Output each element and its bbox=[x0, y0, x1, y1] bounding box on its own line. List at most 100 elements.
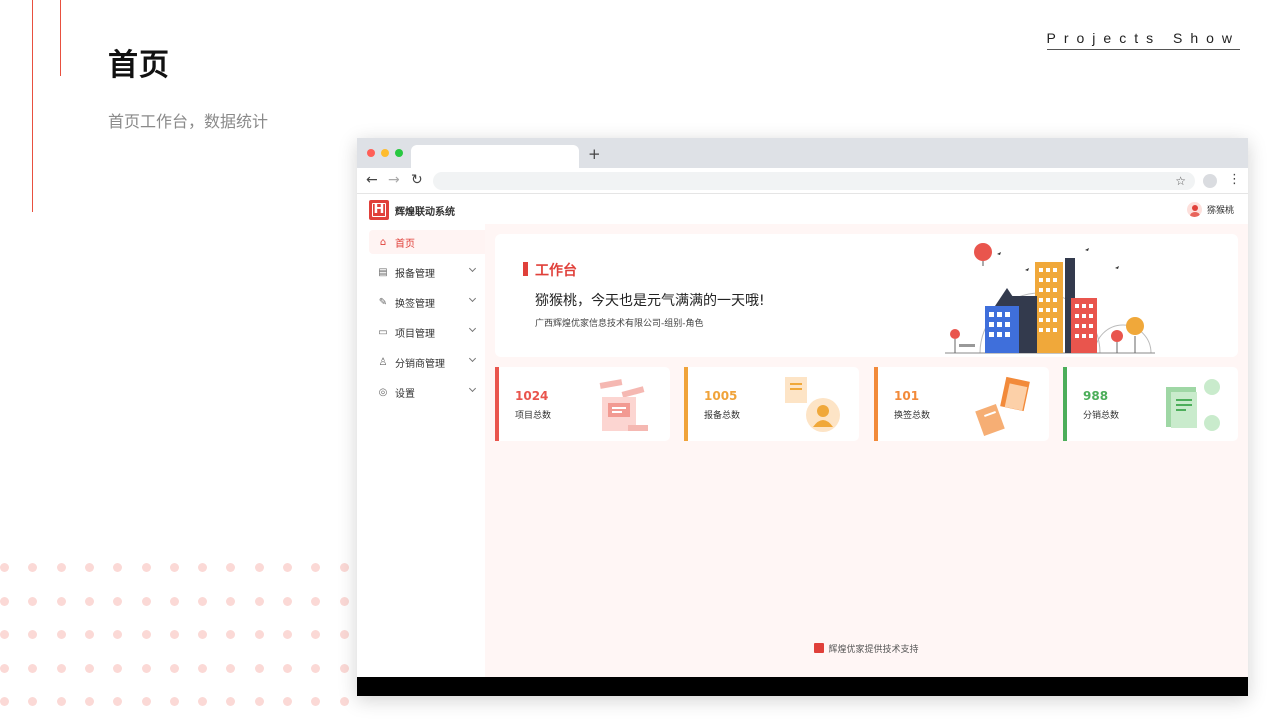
person-icon: ♙ bbox=[378, 356, 388, 368]
sidebar-item-label: 设置 bbox=[395, 388, 415, 400]
forward-arrow-icon[interactable]: → bbox=[388, 172, 400, 188]
decor-dot bbox=[283, 563, 292, 572]
stat-accent-bar bbox=[1063, 367, 1067, 441]
sidebar-item-reports[interactable]: ▤ 报备管理 bbox=[369, 260, 485, 284]
decor-dot bbox=[113, 630, 123, 639]
chevron-down-icon[interactable] bbox=[468, 264, 477, 273]
decor-dot bbox=[339, 596, 349, 606]
sidebar-item-label: 换签管理 bbox=[395, 298, 435, 310]
user-menu[interactable]: 猕猴桃 bbox=[1186, 202, 1234, 217]
stat-accent-bar bbox=[495, 367, 499, 441]
decor-dot bbox=[169, 697, 179, 706]
sidebar-item-label: 首页 bbox=[395, 238, 415, 250]
decor-dot bbox=[226, 596, 236, 606]
decor-dot bbox=[28, 596, 38, 606]
decor-dot bbox=[56, 697, 66, 706]
decor-dot bbox=[84, 697, 94, 706]
decor-dot bbox=[311, 697, 321, 706]
browser-tab-bar: + bbox=[357, 138, 1248, 168]
decor-dot bbox=[226, 663, 236, 673]
minimize-window-button[interactable] bbox=[381, 149, 389, 157]
close-window-button[interactable] bbox=[367, 149, 375, 157]
sidebar-item-label: 分销商管理 bbox=[395, 358, 445, 370]
browser-menu-icon[interactable]: ⋮ bbox=[1228, 172, 1241, 188]
decor-dot bbox=[28, 663, 38, 673]
decor-dot bbox=[283, 663, 292, 673]
decor-dot bbox=[198, 563, 208, 572]
chevron-down-icon[interactable] bbox=[468, 354, 477, 363]
decor-dot bbox=[169, 563, 179, 572]
new-tab-button[interactable]: + bbox=[588, 145, 601, 163]
decor-dot bbox=[84, 596, 94, 606]
decor-dot bbox=[311, 630, 321, 639]
decor-dot bbox=[226, 697, 236, 706]
stat-value: 1024 bbox=[515, 389, 549, 403]
stat-accent-bar bbox=[684, 367, 688, 441]
decor-dot bbox=[283, 630, 292, 639]
decor-dot bbox=[113, 663, 123, 673]
decor-dot bbox=[283, 697, 292, 706]
decor-dot bbox=[141, 563, 151, 572]
main-content: 工作台 猕猴桃，今天也是元气满满的一天哦! 广西辉煌优家信息技术有限公司-组别-… bbox=[485, 224, 1248, 677]
sidebar-item-projects[interactable]: ▭ 项目管理 bbox=[369, 320, 485, 344]
decor-dot bbox=[198, 697, 208, 706]
chevron-down-icon[interactable] bbox=[468, 384, 477, 393]
browser-tab[interactable] bbox=[411, 145, 579, 168]
url-input[interactable]: ☆ bbox=[433, 172, 1195, 190]
browser-bottom-bar bbox=[357, 677, 1248, 696]
stat-value: 101 bbox=[894, 389, 920, 403]
decor-dot bbox=[56, 563, 66, 572]
decor-dot bbox=[311, 663, 321, 673]
stat-illustration bbox=[975, 376, 1030, 436]
sidebar: ⌂ 首页 ▤ 报备管理 ✎ 换签管理 ▭ 项目管理 ♙ 分销商管理 ◎ 设置 bbox=[357, 224, 485, 677]
sidebar-item-distributors[interactable]: ♙ 分销商管理 bbox=[369, 350, 485, 374]
title-accent-bar bbox=[523, 262, 528, 276]
decor-dot bbox=[0, 630, 9, 639]
sidebar-item-label: 报备管理 bbox=[395, 268, 435, 280]
decor-dot bbox=[254, 630, 264, 639]
stat-card-contracts[interactable]: 101 换签总数 bbox=[874, 367, 1049, 441]
decor-dot bbox=[113, 697, 123, 706]
decor-dot bbox=[169, 596, 179, 606]
decor-dot bbox=[56, 596, 66, 606]
decor-dot bbox=[226, 563, 236, 572]
app-logo: H bbox=[369, 200, 389, 220]
stat-accent-bar bbox=[874, 367, 878, 441]
folder-icon: ▭ bbox=[378, 326, 388, 338]
decor-dot bbox=[141, 596, 151, 606]
decor-dot bbox=[311, 563, 321, 572]
sidebar-item-settings[interactable]: ◎ 设置 bbox=[369, 380, 485, 404]
decor-dot bbox=[141, 630, 151, 639]
city-illustration bbox=[945, 243, 1155, 354]
bookmark-star-icon[interactable]: ☆ bbox=[1175, 172, 1186, 190]
stat-card-projects[interactable]: 1024 项目总数 bbox=[495, 367, 670, 441]
sidebar-item-contracts[interactable]: ✎ 换签管理 bbox=[369, 290, 485, 314]
sidebar-item-home[interactable]: ⌂ 首页 bbox=[369, 230, 485, 254]
maximize-window-button[interactable] bbox=[395, 149, 403, 157]
back-arrow-icon[interactable]: ← bbox=[366, 172, 378, 188]
decor-dot bbox=[84, 663, 94, 673]
footer-logo-icon bbox=[814, 643, 825, 653]
stat-illustration bbox=[599, 379, 648, 431]
stat-card-reports[interactable]: 1005 报备总数 bbox=[684, 367, 859, 441]
decor-dot bbox=[169, 630, 179, 639]
decor-dot bbox=[254, 563, 264, 572]
decor-dot bbox=[339, 563, 349, 572]
chevron-down-icon[interactable] bbox=[468, 324, 477, 333]
address-bar: ← → ↻ ☆ ⋮ bbox=[357, 168, 1248, 194]
browser-profile-icon[interactable] bbox=[1203, 174, 1217, 188]
stat-value: 988 bbox=[1083, 389, 1109, 403]
decor-dot bbox=[339, 697, 349, 706]
decor-dot bbox=[84, 630, 94, 639]
reload-icon[interactable]: ↻ bbox=[411, 172, 423, 188]
settings-icon: ◎ bbox=[378, 386, 388, 398]
decor-dot bbox=[198, 630, 208, 639]
decor-dot bbox=[198, 596, 208, 606]
stat-card-distributors[interactable]: 988 分销总数 bbox=[1063, 367, 1238, 441]
decor-dot bbox=[84, 563, 94, 572]
decor-dot bbox=[283, 596, 292, 606]
footer: 辉煌优家提供技术支持 bbox=[485, 642, 1248, 655]
chevron-down-icon[interactable] bbox=[468, 294, 477, 303]
workbench-title: 工作台 bbox=[535, 263, 577, 279]
decor-dot bbox=[56, 663, 66, 673]
